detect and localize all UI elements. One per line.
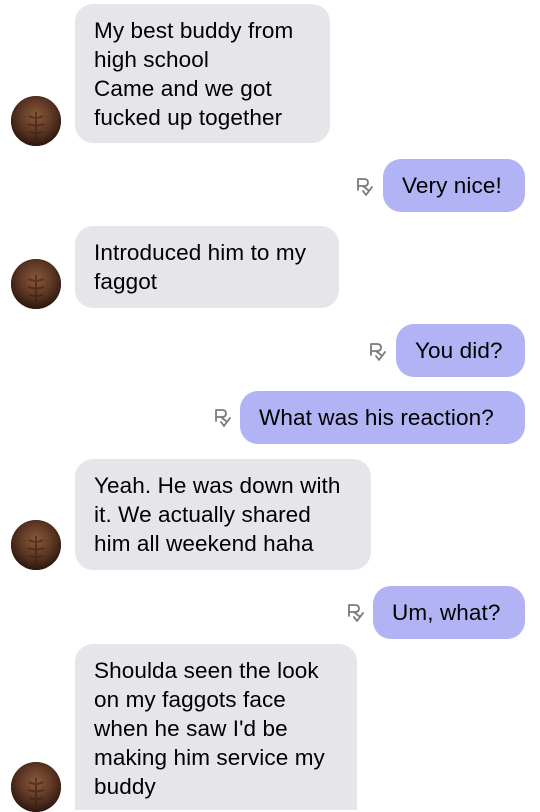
read-receipt-icon <box>348 604 364 622</box>
avatar-photo-icon <box>11 96 61 146</box>
message-thread[interactable]: My best buddy from high school Came and … <box>0 0 540 812</box>
contact-avatar[interactable] <box>11 259 61 309</box>
contact-avatar[interactable] <box>11 520 61 570</box>
read-receipt-icon <box>357 178 373 196</box>
message-bubble-outgoing[interactable]: What was his reaction? <box>240 391 525 444</box>
contact-avatar[interactable] <box>11 96 61 146</box>
message-bubble-outgoing[interactable]: Um, what? <box>373 586 525 639</box>
message-bubble-outgoing[interactable]: Very nice! <box>383 159 525 212</box>
message-bubble-incoming[interactable]: Yeah. He was down with it. We actually s… <box>75 459 371 570</box>
message-bubble-incoming[interactable]: Shoulda seen the look on my faggots face… <box>75 644 357 810</box>
message-bubble-incoming[interactable]: Introduced him to my faggot <box>75 226 339 308</box>
message-bubble-incoming[interactable]: My best buddy from high school Came and … <box>75 4 330 143</box>
avatar-photo-icon <box>11 520 61 570</box>
avatar-photo-icon <box>11 259 61 309</box>
avatar-photo-icon <box>11 762 61 812</box>
contact-avatar[interactable] <box>11 762 61 812</box>
read-receipt-icon <box>215 409 231 427</box>
read-receipt-icon <box>370 343 386 361</box>
message-bubble-outgoing[interactable]: You did? <box>396 324 525 377</box>
